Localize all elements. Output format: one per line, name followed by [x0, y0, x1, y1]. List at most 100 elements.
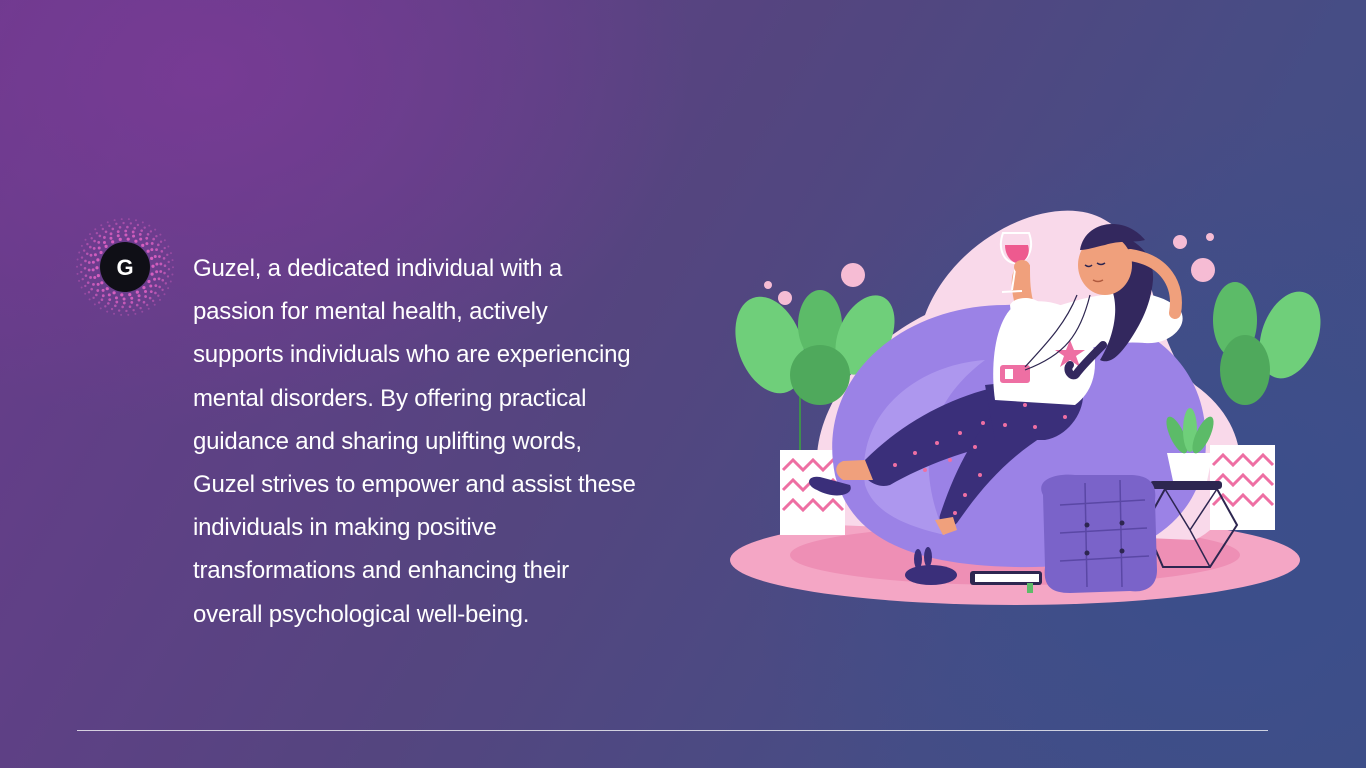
logo-dot: [107, 302, 110, 305]
logo-dot: [129, 222, 133, 225]
logo-dot: [122, 221, 125, 225]
logo-dot: [159, 262, 163, 266]
footer-divider: [77, 730, 1268, 731]
logo-dot: [143, 226, 146, 229]
logo-dot: [104, 244, 108, 248]
logo-dot: [158, 298, 161, 301]
logo-dot: [90, 237, 93, 240]
logo-dot: [94, 228, 97, 231]
bubble: [1206, 233, 1214, 241]
logo-dot: [164, 282, 168, 285]
logo-dot: [112, 291, 116, 295]
logo-dot: [97, 246, 101, 250]
logo-dot: [113, 219, 116, 222]
logo-dot: [150, 248, 154, 252]
logo-dot: [104, 305, 107, 308]
logo-dot: [86, 242, 89, 246]
logo-dot: [146, 249, 150, 253]
logo-dot: [122, 297, 126, 301]
logo-dot: [149, 284, 153, 288]
bio-paragraph: Guzel, a dedicated individual with a pas…: [193, 247, 693, 636]
logo-dot: [84, 292, 87, 295]
bubble: [1191, 258, 1215, 282]
bio-line: overall psychological well-being.: [193, 600, 530, 628]
logo-dot: [97, 240, 101, 244]
bio-line: passion for mental health, actively: [193, 298, 548, 326]
logo-dot: [131, 230, 135, 234]
pillow: [1041, 474, 1157, 593]
logo-dot: [84, 274, 88, 277]
logo-dot: [78, 279, 81, 282]
logo-dot: [169, 280, 172, 283]
logo-dot: [171, 259, 174, 262]
logo-dot: [141, 243, 145, 247]
logo-dot: [100, 298, 104, 301]
logo-dot: [89, 276, 92, 279]
logo-dot: [130, 300, 134, 304]
logo-dot: [116, 234, 120, 238]
logo-dot: [91, 268, 95, 272]
logo-dot: [83, 267, 87, 270]
bubble: [841, 263, 865, 287]
logo-dot: [116, 230, 120, 234]
logo-dot: [93, 253, 97, 257]
logo-dot: [95, 266, 99, 270]
logo-dot: [139, 306, 142, 310]
bubble: [764, 281, 772, 289]
logo-dot: [84, 259, 87, 263]
relaxing-woman-illustration: [725, 195, 1325, 615]
bubble: [778, 291, 792, 305]
logo-dot: [96, 274, 100, 278]
logo-dot: [159, 270, 163, 273]
logo-dot: [141, 221, 144, 224]
logo-dot: [149, 230, 153, 233]
logo-dot: [107, 293, 111, 297]
logo-dot: [147, 307, 150, 310]
logo-dot: [115, 300, 119, 304]
logo-dot: [80, 270, 83, 274]
logo-dot: [166, 275, 170, 278]
logo-dot: [96, 258, 100, 262]
logo-dot: [101, 227, 105, 231]
bio-line: Guzel, a dedicated individual with a: [193, 255, 563, 282]
logo-dot: [167, 245, 170, 248]
logo-dot: [88, 298, 91, 301]
logo-dot: [87, 261, 91, 264]
logo-dot: [144, 290, 148, 294]
logo-letter: G: [116, 255, 133, 280]
logo-dot: [145, 303, 149, 307]
logo-dot: [158, 255, 161, 258]
logo-dot: [76, 258, 79, 261]
logo-dot: [155, 270, 159, 274]
logo-dot: [161, 278, 165, 282]
logo-dot: [157, 277, 161, 281]
logo-dot: [130, 296, 134, 300]
logo-dot: [163, 293, 166, 296]
logo-dot: [154, 284, 158, 288]
logo-dot: [139, 237, 143, 241]
logo-dot: [89, 245, 92, 249]
logo-dot: [146, 233, 150, 236]
logo-dot: [157, 243, 160, 247]
logo-dot: [154, 291, 157, 295]
logo-dot: [147, 279, 151, 284]
bio-line: supports individuals who are experiencin…: [193, 341, 631, 369]
logo-dot: [127, 313, 130, 316]
logo-dot: [124, 233, 128, 237]
logo-dot: [167, 268, 171, 271]
logo-dot: [93, 239, 96, 243]
logo-dot: [163, 246, 166, 250]
logo-dot: [167, 260, 170, 264]
logo-dot: [150, 256, 154, 260]
logo-dot: [90, 287, 93, 291]
logo-dot: [93, 303, 96, 306]
logo-dot: [150, 272, 154, 276]
logo-dot: [126, 225, 129, 229]
logo-dot: [154, 228, 157, 231]
logo-dot: [93, 275, 97, 279]
logo-dot: [92, 282, 95, 286]
brand-logo: G: [75, 217, 175, 317]
logo-dot: [158, 285, 161, 289]
logo-dot: [87, 268, 91, 272]
logo-dot: [106, 221, 109, 224]
